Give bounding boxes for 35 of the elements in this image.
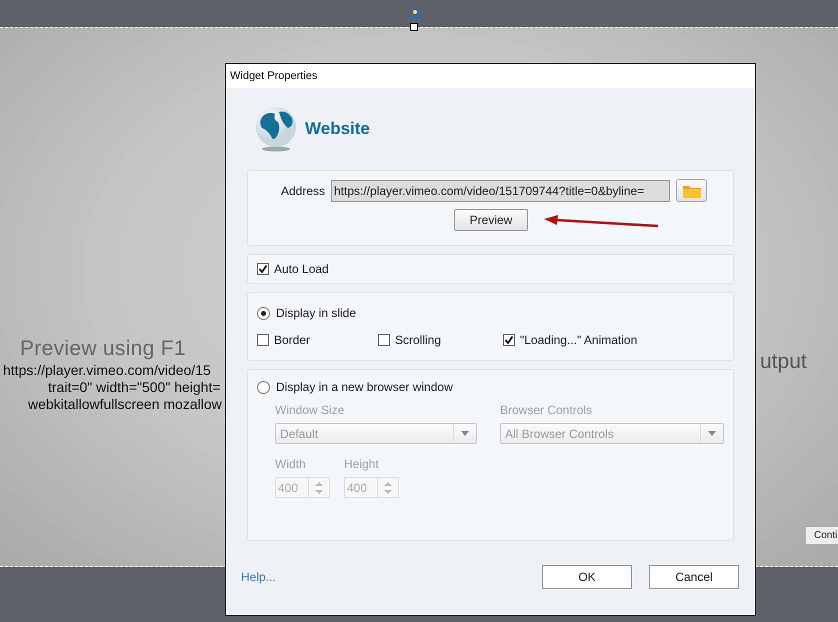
globe-icon bbox=[253, 106, 299, 152]
cancel-button[interactable]: Cancel bbox=[649, 565, 739, 589]
spinner-arrows-icon bbox=[315, 480, 323, 494]
radio-button[interactable] bbox=[257, 306, 270, 320]
ok-button[interactable]: OK bbox=[542, 565, 632, 589]
radio-label[interactable]: Display in slide bbox=[276, 306, 356, 320]
embed-code-text: https://player.vimeo.com/video/15 bbox=[3, 362, 211, 378]
resize-handle[interactable] bbox=[410, 23, 418, 31]
rotate-handle-icon[interactable] bbox=[406, 5, 422, 21]
address-label: Address bbox=[280, 184, 325, 198]
help-link[interactable]: Help... bbox=[241, 570, 276, 584]
field-label: Width bbox=[275, 457, 307, 471]
checkbox[interactable] bbox=[257, 263, 269, 275]
checkbox[interactable] bbox=[257, 334, 269, 346]
embed-code-text: webkitallowfullscreen mozallow bbox=[28, 396, 222, 412]
slide-subtitle: Preview using F1 bbox=[20, 338, 186, 359]
dialog-heading: Website bbox=[305, 119, 370, 139]
continue-button[interactable]: Conti bbox=[806, 527, 838, 544]
checkbox-label[interactable]: Border bbox=[274, 333, 310, 347]
checkbox-label[interactable]: "Loading..." Animation bbox=[520, 333, 638, 347]
field-label: Height bbox=[344, 457, 380, 471]
slide-subtitle: utput bbox=[760, 350, 807, 374]
embed-code-text: trait=0" width="500" height= bbox=[48, 379, 221, 395]
spinner-arrows-icon bbox=[384, 480, 392, 494]
caret-icon bbox=[461, 431, 469, 436]
caret-icon bbox=[708, 431, 716, 436]
checkbox[interactable] bbox=[378, 334, 390, 346]
checkbox[interactable] bbox=[503, 334, 515, 346]
field-label: Window Size bbox=[275, 403, 346, 417]
address-field[interactable]: https://player.vimeo.com/video/151709744?title=0&byline= bbox=[331, 180, 670, 202]
window-title: Widget Properties bbox=[226, 64, 755, 88]
preview-button[interactable]: Preview bbox=[454, 209, 528, 231]
checkbox-label[interactable]: Auto Load bbox=[274, 262, 329, 276]
field-label: Browser Controls bbox=[500, 403, 594, 417]
checkbox-label[interactable]: Scrolling bbox=[395, 333, 442, 347]
